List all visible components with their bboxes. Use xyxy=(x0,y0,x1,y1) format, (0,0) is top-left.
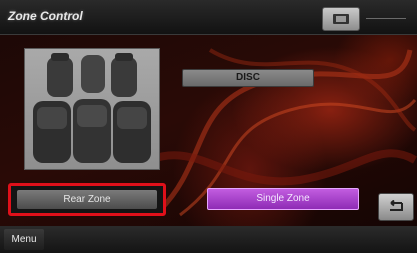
zone-control-screen: Zone Control DISC Rear Zone Single Zone … xyxy=(0,0,417,253)
bottom-bar xyxy=(0,226,417,253)
return-button[interactable] xyxy=(378,193,414,221)
rear-zone-button[interactable]: Rear Zone xyxy=(8,183,166,216)
title-bar: Zone Control xyxy=(0,0,417,35)
return-icon xyxy=(390,200,403,211)
seat-image xyxy=(24,48,160,170)
source-display: DISC xyxy=(182,69,314,87)
source-label: DISC xyxy=(236,72,260,83)
title-divider xyxy=(366,18,406,19)
car-seats-icon xyxy=(33,53,151,163)
rear-zone-label: Rear Zone xyxy=(17,190,157,209)
menu-button[interactable]: Menu xyxy=(4,229,44,250)
speaker-button[interactable] xyxy=(322,7,360,31)
single-zone-button[interactable]: Single Zone xyxy=(207,188,359,210)
page-title: Zone Control xyxy=(8,9,83,23)
speaker-icon xyxy=(333,14,349,24)
